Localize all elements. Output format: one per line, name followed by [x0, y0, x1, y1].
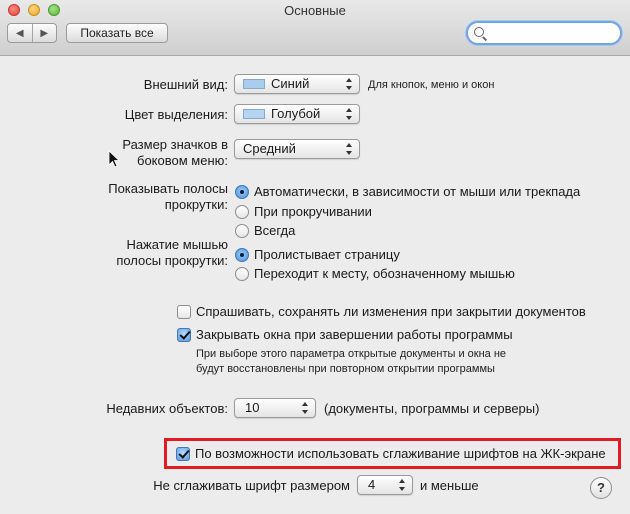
back-arrow-icon[interactable]: ◀ — [8, 24, 33, 42]
scrollbar-click-label-line2: полосы прокрутки: — [116, 253, 228, 268]
highlight-color-swatch — [243, 109, 265, 119]
ask-save-changes-label: Спрашивать, сохранять ли изменения при з… — [196, 304, 586, 319]
scrollbars-automatic-radio[interactable] — [235, 185, 249, 199]
appearance-label: Внешний вид: — [143, 77, 228, 92]
recent-items-popup[interactable]: 10 — [234, 398, 316, 418]
nav-back-forward: ◀ ▶ — [7, 23, 57, 43]
window-title: Основные — [284, 3, 346, 18]
highlight-color-label: Цвет выделения: — [124, 107, 228, 122]
show-all-button[interactable]: Показать все — [66, 23, 168, 43]
show-scrollbars-label-line1: Показывать полосы — [108, 181, 228, 196]
sidebar-icon-size-popup[interactable]: Средний — [234, 139, 360, 159]
recent-items-value: 10 — [245, 400, 260, 415]
popup-arrows-icon — [346, 143, 353, 155]
scrollbar-click-jump-label: Переходит к месту, обозначенному мышью — [254, 266, 515, 281]
show-scrollbars-label-line2: прокрутки: — [164, 197, 228, 212]
popup-arrows-icon — [346, 108, 353, 120]
forward-arrow-icon[interactable]: ▶ — [33, 24, 57, 42]
smoothing-threshold-label: Не сглаживать шрифт размером — [153, 478, 350, 493]
close-windows-note-line1: При выборе этого параметра открытые доку… — [196, 348, 507, 360]
scrollbar-click-label-line1: Нажатие мышью — [126, 237, 228, 252]
appearance-color-swatch — [243, 79, 265, 89]
smoothing-threshold-value: 4 — [368, 477, 376, 492]
highlight-color-value: Голубой — [271, 106, 321, 121]
smoothing-threshold-popup[interactable]: 4 — [357, 475, 413, 495]
font-smoothing-label: По возможности использовать сглаживание … — [195, 446, 606, 461]
title-bar: Основные ◀ ▶ Показать все — [0, 0, 630, 56]
ask-save-changes-checkbox[interactable] — [177, 305, 191, 319]
smoothing-threshold-suffix: и меньше — [420, 478, 479, 493]
close-windows-note-line2: будут восстановлены при повторном открыт… — [196, 363, 495, 375]
appearance-value: Синий — [271, 76, 310, 91]
scrollbars-when-scrolling-label: При прокручивании — [254, 204, 372, 219]
highlight-color-popup[interactable]: Голубой — [234, 104, 360, 124]
appearance-popup[interactable]: Синий — [234, 74, 360, 94]
close-windows-label: Закрывать окна при завершении работы про… — [196, 327, 513, 342]
scrollbar-click-next-page-radio[interactable] — [235, 248, 249, 262]
help-button[interactable]: ? — [590, 477, 612, 499]
popup-arrows-icon — [346, 78, 353, 90]
recent-items-label: Недавних объектов: — [106, 401, 228, 416]
preferences-window: Основные ◀ ▶ Показать все Внешний вид: С… — [0, 0, 630, 514]
sidebar-icon-size-label-line2: боковом меню: — [137, 153, 228, 168]
font-smoothing-checkbox[interactable] — [176, 447, 190, 461]
scrollbar-click-jump-radio[interactable] — [235, 267, 249, 281]
close-windows-checkbox[interactable] — [177, 328, 191, 342]
sidebar-icon-size-label-line1: Размер значков в — [122, 137, 228, 152]
scrollbar-click-next-page-label: Пролистывает страницу — [254, 247, 400, 262]
popup-arrows-icon — [302, 402, 309, 414]
appearance-note: Для кнопок, меню и окон — [368, 79, 495, 91]
sidebar-icon-size-value: Средний — [243, 141, 296, 156]
popup-arrows-icon — [399, 479, 406, 491]
search-icon — [474, 27, 484, 37]
scrollbars-when-scrolling-radio[interactable] — [235, 205, 249, 219]
search-field[interactable] — [466, 21, 622, 45]
recent-items-note: (документы, программы и серверы) — [324, 401, 540, 416]
scrollbars-automatic-label: Автоматически, в зависимости от мыши или… — [254, 184, 581, 199]
mouse-pointer-icon — [108, 150, 120, 168]
scrollbars-always-radio[interactable] — [235, 224, 249, 238]
scrollbars-always-label: Всегда — [254, 223, 296, 238]
